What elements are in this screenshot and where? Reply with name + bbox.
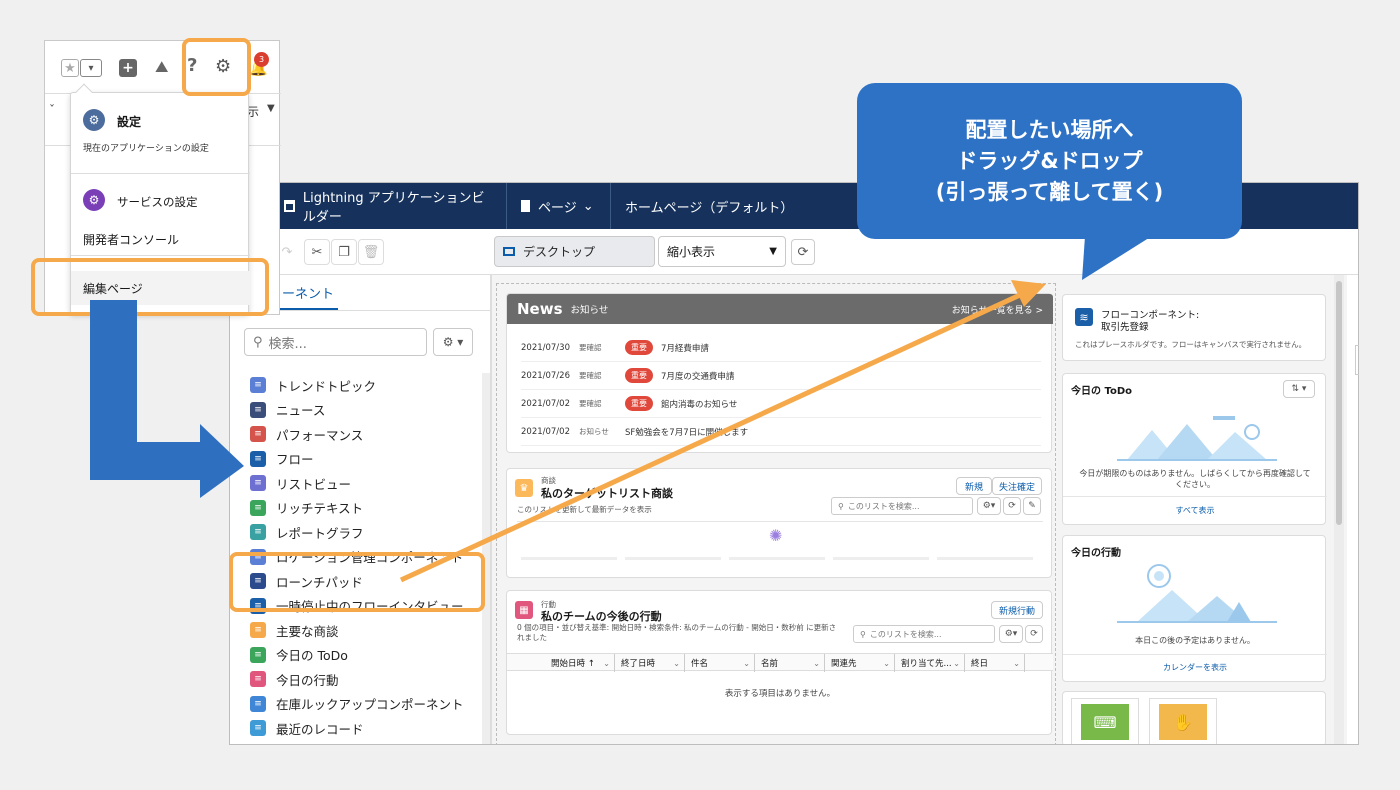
orange-arrow-head: [1011, 280, 1046, 307]
orange-drag-line: [399, 292, 1022, 583]
callout-tail: [1082, 236, 1152, 280]
callout-line-3: (引っ張って離して置く): [935, 179, 1164, 204]
instruction-callout: 配置したい場所へ ドラッグ&ドロップ (引っ張って離して置く): [857, 83, 1242, 239]
callout-line-2: ドラッグ&ドロップ: [956, 148, 1143, 173]
callout-line-1: 配置したい場所へ: [965, 117, 1134, 142]
blue-l-arrow: [90, 300, 244, 498]
